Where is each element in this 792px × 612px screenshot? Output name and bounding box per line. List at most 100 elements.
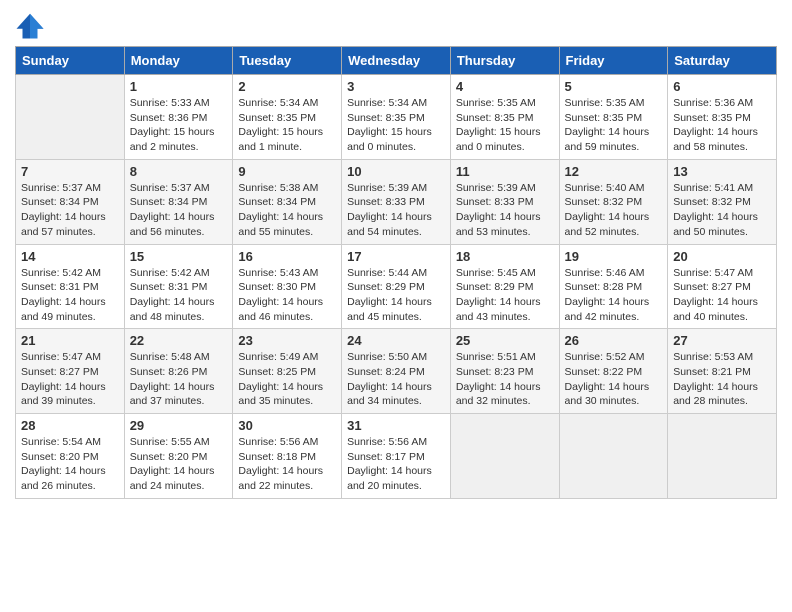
day-cell: 8 Sunrise: 5:37 AM Sunset: 8:34 PM Daylig… bbox=[124, 159, 233, 244]
day-number: 19 bbox=[565, 249, 663, 264]
day-cell: 28 Sunrise: 5:54 AM Sunset: 8:20 PM Dayli… bbox=[16, 414, 125, 499]
day-number: 16 bbox=[238, 249, 336, 264]
week-row-5: 28 Sunrise: 5:54 AM Sunset: 8:20 PM Dayli… bbox=[16, 414, 777, 499]
header-cell-tuesday: Tuesday bbox=[233, 47, 342, 75]
day-cell: 31Sunrise: 5:56 AM Sunset: 8:17 PM Dayli… bbox=[342, 414, 451, 499]
day-number: 8 bbox=[130, 164, 228, 179]
day-number: 13 bbox=[673, 164, 771, 179]
day-cell: 5 Sunrise: 5:35 AM Sunset: 8:35 PM Daylig… bbox=[559, 75, 668, 160]
day-number: 12 bbox=[565, 164, 663, 179]
day-cell: 7 Sunrise: 5:37 AM Sunset: 8:34 PM Daylig… bbox=[16, 159, 125, 244]
day-info: Sunrise: 5:37 AM Sunset: 8:34 PM Dayligh… bbox=[21, 182, 106, 238]
day-number: 7 bbox=[21, 164, 119, 179]
day-info: Sunrise: 5:33 AM Sunset: 8:36 PM Dayligh… bbox=[130, 97, 215, 153]
day-info: Sunrise: 5:46 AM Sunset: 8:28 PM Dayligh… bbox=[565, 267, 650, 323]
day-cell bbox=[559, 414, 668, 499]
day-cell: 23 Sunrise: 5:49 AM Sunset: 8:25 PM Dayli… bbox=[233, 329, 342, 414]
day-number: 5 bbox=[565, 79, 663, 94]
day-cell bbox=[668, 414, 777, 499]
day-number: 9 bbox=[238, 164, 336, 179]
day-number: 1 bbox=[130, 79, 228, 94]
day-info: Sunrise: 5:45 AM Sunset: 8:29 PM Dayligh… bbox=[456, 267, 541, 323]
header bbox=[15, 10, 777, 40]
day-info: Sunrise: 5:39 AM Sunset: 8:33 PM Dayligh… bbox=[456, 182, 541, 238]
day-info: Sunrise: 5:48 AM Sunset: 8:26 PM Dayligh… bbox=[130, 351, 215, 407]
day-info: Sunrise: 5:49 AM Sunset: 8:25 PM Dayligh… bbox=[238, 351, 323, 407]
day-info: Sunrise: 5:52 AM Sunset: 8:22 PM Dayligh… bbox=[565, 351, 650, 407]
day-info: Sunrise: 5:50 AM Sunset: 8:24 PM Dayligh… bbox=[347, 351, 432, 407]
day-cell: 9Sunrise: 5:38 AM Sunset: 8:34 PM Daylig… bbox=[233, 159, 342, 244]
day-info: Sunrise: 5:56 AM Sunset: 8:18 PM Dayligh… bbox=[238, 436, 323, 492]
day-cell: 30 Sunrise: 5:56 AM Sunset: 8:18 PM Dayli… bbox=[233, 414, 342, 499]
day-info: Sunrise: 5:47 AM Sunset: 8:27 PM Dayligh… bbox=[21, 351, 106, 407]
day-cell: 29 Sunrise: 5:55 AM Sunset: 8:20 PM Dayli… bbox=[124, 414, 233, 499]
day-number: 30 bbox=[238, 418, 336, 433]
day-info: Sunrise: 5:37 AM Sunset: 8:34 PM Dayligh… bbox=[130, 182, 215, 238]
day-cell: 15 Sunrise: 5:42 AM Sunset: 8:31 PM Dayli… bbox=[124, 244, 233, 329]
day-info: Sunrise: 5:54 AM Sunset: 8:20 PM Dayligh… bbox=[21, 436, 106, 492]
logo-icon bbox=[15, 10, 45, 40]
day-number: 22 bbox=[130, 333, 228, 348]
day-number: 14 bbox=[21, 249, 119, 264]
day-cell: 16 Sunrise: 5:43 AM Sunset: 8:30 PM Dayli… bbox=[233, 244, 342, 329]
day-cell: 18 Sunrise: 5:45 AM Sunset: 8:29 PM Dayli… bbox=[450, 244, 559, 329]
day-cell: 1 Sunrise: 5:33 AM Sunset: 8:36 PM Daylig… bbox=[124, 75, 233, 160]
day-number: 29 bbox=[130, 418, 228, 433]
day-number: 25 bbox=[456, 333, 554, 348]
day-info: Sunrise: 5:47 AM Sunset: 8:27 PM Dayligh… bbox=[673, 267, 758, 323]
day-number: 31 bbox=[347, 418, 445, 433]
day-info: Sunrise: 5:55 AM Sunset: 8:20 PM Dayligh… bbox=[130, 436, 215, 492]
calendar-table: SundayMondayTuesdayWednesdayThursdayFrid… bbox=[15, 46, 777, 499]
day-number: 28 bbox=[21, 418, 119, 433]
day-cell: 2 Sunrise: 5:34 AM Sunset: 8:35 PM Daylig… bbox=[233, 75, 342, 160]
day-cell: 22 Sunrise: 5:48 AM Sunset: 8:26 PM Dayli… bbox=[124, 329, 233, 414]
header-cell-friday: Friday bbox=[559, 47, 668, 75]
day-info: Sunrise: 5:34 AM Sunset: 8:35 PM Dayligh… bbox=[238, 97, 323, 153]
day-cell: 25 Sunrise: 5:51 AM Sunset: 8:23 PM Dayli… bbox=[450, 329, 559, 414]
day-info: Sunrise: 5:51 AM Sunset: 8:23 PM Dayligh… bbox=[456, 351, 541, 407]
header-cell-saturday: Saturday bbox=[668, 47, 777, 75]
day-cell: 19 Sunrise: 5:46 AM Sunset: 8:28 PM Dayli… bbox=[559, 244, 668, 329]
day-info: Sunrise: 5:42 AM Sunset: 8:31 PM Dayligh… bbox=[21, 267, 106, 323]
day-cell: 6Sunrise: 5:36 AM Sunset: 8:35 PM Daylig… bbox=[668, 75, 777, 160]
week-row-2: 7 Sunrise: 5:37 AM Sunset: 8:34 PM Daylig… bbox=[16, 159, 777, 244]
day-number: 10 bbox=[347, 164, 445, 179]
header-cell-thursday: Thursday bbox=[450, 47, 559, 75]
day-number: 11 bbox=[456, 164, 554, 179]
day-number: 24 bbox=[347, 333, 445, 348]
day-info: Sunrise: 5:41 AM Sunset: 8:32 PM Dayligh… bbox=[673, 182, 758, 238]
day-info: Sunrise: 5:35 AM Sunset: 8:35 PM Dayligh… bbox=[565, 97, 650, 153]
day-info: Sunrise: 5:34 AM Sunset: 8:35 PM Dayligh… bbox=[347, 97, 432, 153]
day-cell: 26 Sunrise: 5:52 AM Sunset: 8:22 PM Dayli… bbox=[559, 329, 668, 414]
day-number: 23 bbox=[238, 333, 336, 348]
day-number: 27 bbox=[673, 333, 771, 348]
day-number: 17 bbox=[347, 249, 445, 264]
week-row-4: 21Sunrise: 5:47 AM Sunset: 8:27 PM Dayli… bbox=[16, 329, 777, 414]
day-cell: 13 Sunrise: 5:41 AM Sunset: 8:32 PM Dayli… bbox=[668, 159, 777, 244]
day-number: 3 bbox=[347, 79, 445, 94]
day-number: 18 bbox=[456, 249, 554, 264]
logo bbox=[15, 10, 49, 40]
day-info: Sunrise: 5:53 AM Sunset: 8:21 PM Dayligh… bbox=[673, 351, 758, 407]
day-cell: 17 Sunrise: 5:44 AM Sunset: 8:29 PM Dayli… bbox=[342, 244, 451, 329]
day-info: Sunrise: 5:43 AM Sunset: 8:30 PM Dayligh… bbox=[238, 267, 323, 323]
day-info: Sunrise: 5:44 AM Sunset: 8:29 PM Dayligh… bbox=[347, 267, 432, 323]
day-number: 2 bbox=[238, 79, 336, 94]
day-cell: 20 Sunrise: 5:47 AM Sunset: 8:27 PM Dayli… bbox=[668, 244, 777, 329]
day-info: Sunrise: 5:42 AM Sunset: 8:31 PM Dayligh… bbox=[130, 267, 215, 323]
header-row: SundayMondayTuesdayWednesdayThursdayFrid… bbox=[16, 47, 777, 75]
header-cell-wednesday: Wednesday bbox=[342, 47, 451, 75]
day-cell: 11 Sunrise: 5:39 AM Sunset: 8:33 PM Dayli… bbox=[450, 159, 559, 244]
day-cell: 27 Sunrise: 5:53 AM Sunset: 8:21 PM Dayli… bbox=[668, 329, 777, 414]
day-cell: 10 Sunrise: 5:39 AM Sunset: 8:33 PM Dayli… bbox=[342, 159, 451, 244]
day-info: Sunrise: 5:40 AM Sunset: 8:32 PM Dayligh… bbox=[565, 182, 650, 238]
day-number: 6 bbox=[673, 79, 771, 94]
day-number: 15 bbox=[130, 249, 228, 264]
day-info: Sunrise: 5:39 AM Sunset: 8:33 PM Dayligh… bbox=[347, 182, 432, 238]
day-cell: 12 Sunrise: 5:40 AM Sunset: 8:32 PM Dayli… bbox=[559, 159, 668, 244]
day-cell bbox=[16, 75, 125, 160]
day-number: 26 bbox=[565, 333, 663, 348]
header-cell-sunday: Sunday bbox=[16, 47, 125, 75]
day-cell: 21Sunrise: 5:47 AM Sunset: 8:27 PM Dayli… bbox=[16, 329, 125, 414]
day-number: 20 bbox=[673, 249, 771, 264]
